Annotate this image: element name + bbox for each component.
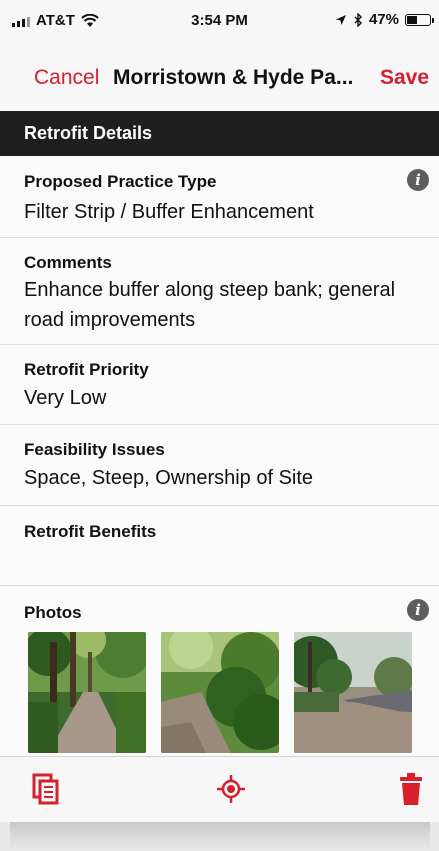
section-header: Retrofit Details xyxy=(0,111,439,156)
forest-path-photo[interactable] xyxy=(28,632,146,753)
info-icon[interactable]: i xyxy=(407,599,429,621)
copy-document-icon xyxy=(32,773,59,805)
feasibility-value: Space, Steep, Ownership of Site xyxy=(24,467,314,489)
feasibility-label: Feasibility Issues xyxy=(24,440,165,459)
delete-button[interactable] xyxy=(399,773,423,808)
field-retrofit-priority[interactable]: Retrofit Priority Very Low xyxy=(0,345,439,425)
field-feasibility-issues[interactable]: Feasibility Issues Space, Steep, Ownersh… xyxy=(0,425,439,506)
status-right: 47% xyxy=(335,11,434,28)
comments-label: Comments xyxy=(24,253,112,272)
battery-percent: 47% xyxy=(368,11,399,28)
practice-type-value: Filter Strip / Buffer Enhancement xyxy=(24,201,314,223)
priority-value: Very Low xyxy=(24,387,107,409)
status-bar: AT&T 3:54 PM 47% xyxy=(0,0,439,40)
trash-icon xyxy=(400,773,422,805)
locate-button[interactable] xyxy=(217,775,245,806)
copy-document-button[interactable] xyxy=(32,773,60,808)
info-icon[interactable]: i xyxy=(407,169,429,191)
phone-screen: AT&T 3:54 PM 47% Cancel Morristown & Hyd… xyxy=(0,0,439,822)
bottom-toolbar xyxy=(0,756,439,822)
photos-row xyxy=(28,632,412,753)
field-practice-type[interactable]: Proposed Practice Type Filter Strip / Bu… xyxy=(0,156,439,238)
battery-fill xyxy=(407,15,417,24)
bluetooth-icon xyxy=(354,12,362,27)
field-retrofit-benefits[interactable]: Retrofit Benefits xyxy=(0,506,439,586)
navigation-bar: Cancel Morristown & Hyde Pa... Save xyxy=(0,58,439,98)
save-button[interactable]: Save xyxy=(380,66,429,90)
practice-type-label: Proposed Practice Type xyxy=(24,172,217,191)
priority-label: Retrofit Priority xyxy=(24,360,149,379)
cancel-button[interactable]: Cancel xyxy=(34,66,99,90)
comments-value: Enhance buffer along steep bank; general… xyxy=(24,279,396,331)
road-edge-photo[interactable] xyxy=(294,632,412,753)
photos-label: Photos xyxy=(24,603,82,622)
roadside-vegetation-photo[interactable] xyxy=(161,632,279,753)
benefits-label: Retrofit Benefits xyxy=(24,522,157,541)
background-shadow xyxy=(10,822,430,851)
battery-icon xyxy=(405,13,434,26)
location-arrow-icon xyxy=(335,14,346,25)
field-comments[interactable]: Comments Enhance buffer along steep bank… xyxy=(0,238,439,345)
locate-target-icon xyxy=(217,775,245,803)
page-title: Morristown & Hyde Pa... xyxy=(113,66,354,89)
